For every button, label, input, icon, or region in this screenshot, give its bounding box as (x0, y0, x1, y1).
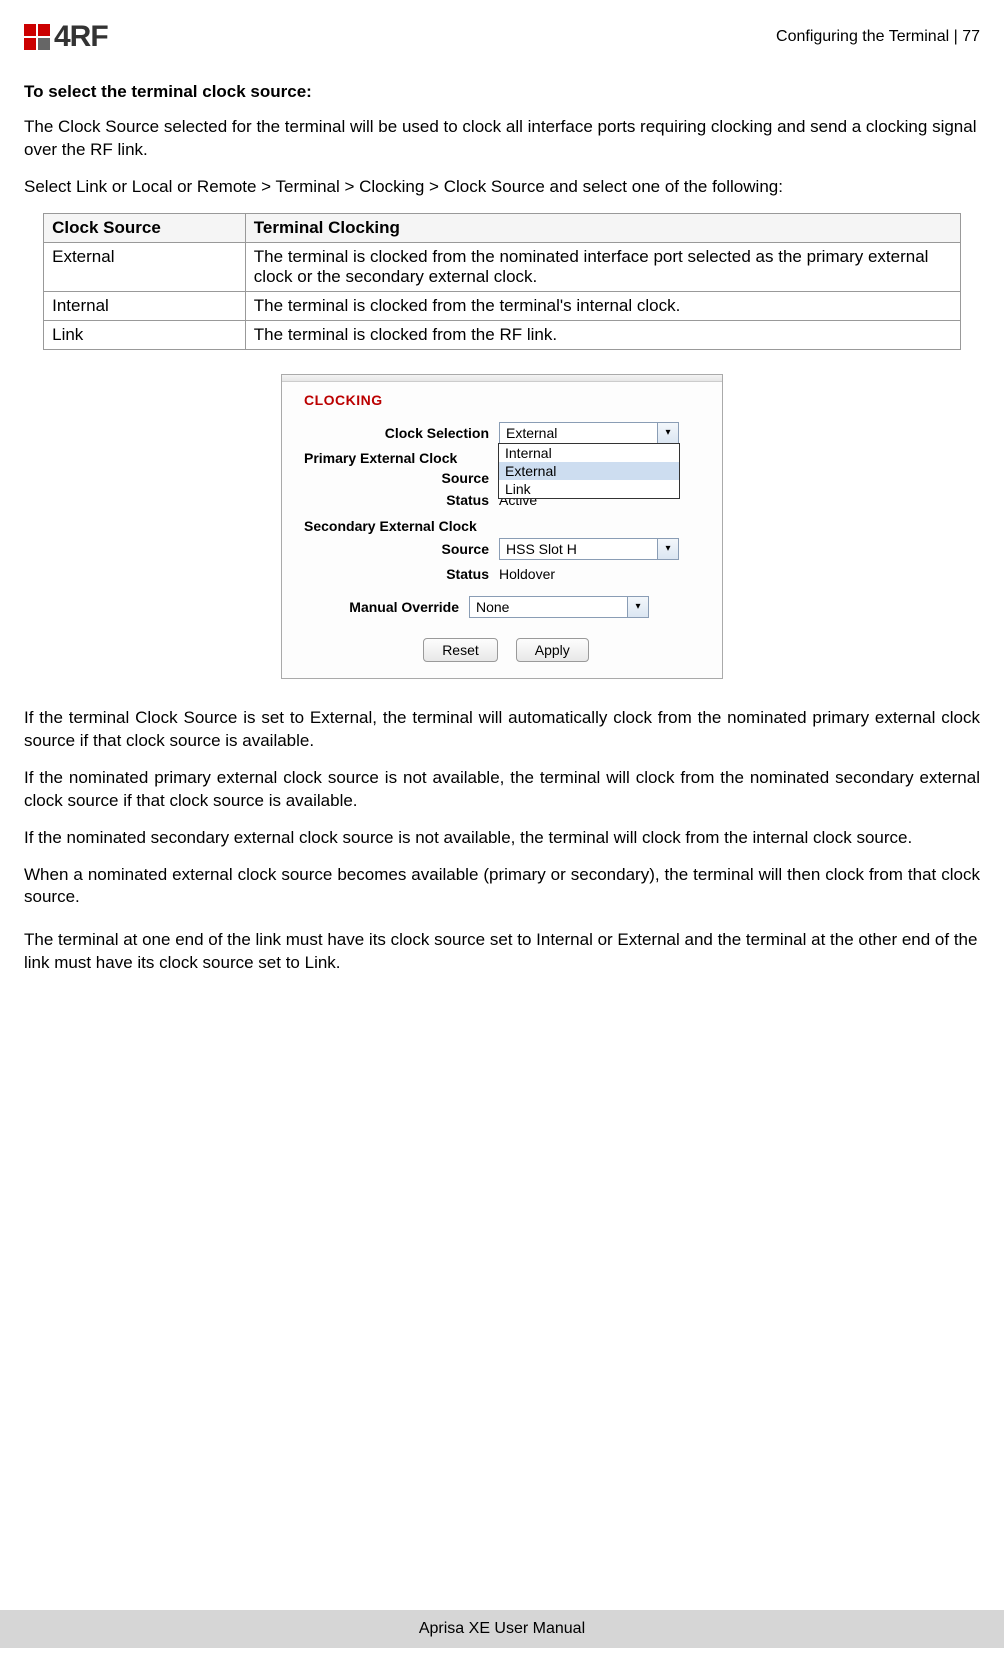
clock-selection-dropdown[interactable]: Internal External Link (498, 443, 680, 499)
secondary-source-value: HSS Slot H (506, 541, 577, 557)
manual-override-value: None (476, 599, 509, 615)
cell: Internal (44, 291, 246, 320)
secondary-status-label: Status (304, 566, 499, 582)
panel-heading: CLOCKING (304, 392, 708, 408)
secondary-source-label: Source (304, 541, 499, 557)
cell: Link (44, 320, 246, 349)
table-row: External The terminal is clocked from th… (44, 242, 961, 291)
intro-para-1: The Clock Source selected for the termin… (24, 116, 980, 162)
apply-button[interactable]: Apply (516, 638, 589, 662)
table-header-2: Terminal Clocking (245, 213, 960, 242)
chevron-down-icon[interactable]: ▾ (657, 539, 678, 559)
secondary-source-select[interactable]: HSS Slot H ▾ (499, 538, 679, 560)
logo-icon (24, 24, 50, 50)
intro-para-2: Select Link or Local or Remote > Termina… (24, 176, 980, 199)
primary-source-label: Source (304, 470, 499, 486)
header-right: Configuring the Terminal | 77 (776, 28, 980, 46)
primary-status-label: Status (304, 492, 499, 508)
manual-override-select[interactable]: None ▾ (469, 596, 649, 618)
logo-text: 4RF (54, 20, 108, 54)
cell: The terminal is clocked from the termina… (245, 291, 960, 320)
clock-selection-select[interactable]: External ▾ (499, 422, 679, 444)
chevron-down-icon[interactable]: ▾ (627, 597, 648, 617)
table-row: Link The terminal is clocked from the RF… (44, 320, 961, 349)
table-header-1: Clock Source (44, 213, 246, 242)
manual-override-label: Manual Override (304, 599, 469, 615)
secondary-external-clock-heading: Secondary External Clock (304, 518, 708, 534)
page-header: 4RF Configuring the Terminal | 77 (24, 20, 980, 54)
clock-source-table: Clock Source Terminal Clocking External … (43, 213, 961, 350)
table-row: Internal The terminal is clocked from th… (44, 291, 961, 320)
page-number: 77 (962, 28, 980, 45)
page-footer: Aprisa XE User Manual (0, 1610, 1004, 1648)
logo: 4RF (24, 20, 108, 54)
para-3: If the nominated secondary external cloc… (24, 827, 980, 850)
clock-selection-label: Clock Selection (304, 425, 499, 441)
secondary-status-value: Holdover (499, 566, 555, 582)
para-4: When a nominated external clock source b… (24, 864, 980, 910)
dropdown-option-link[interactable]: Link (499, 480, 679, 498)
reset-button[interactable]: Reset (423, 638, 498, 662)
header-sep: | (949, 28, 962, 45)
cell: The terminal is clocked from the RF link… (245, 320, 960, 349)
clocking-panel: CLOCKING Clock Selection External ▾ Inte… (281, 374, 723, 679)
clock-selection-value: External (506, 425, 557, 441)
cell: External (44, 242, 246, 291)
dropdown-option-external[interactable]: External (499, 462, 679, 480)
section-heading: To select the terminal clock source: (24, 82, 980, 102)
chevron-down-icon[interactable]: ▾ (657, 423, 678, 443)
para-5: The terminal at one end of the link must… (24, 929, 980, 975)
dropdown-option-internal[interactable]: Internal (499, 444, 679, 462)
para-1: If the terminal Clock Source is set to E… (24, 707, 980, 753)
panel-title-bar (282, 375, 722, 382)
header-section: Configuring the Terminal (776, 28, 949, 45)
para-2: If the nominated primary external clock … (24, 767, 980, 813)
cell: The terminal is clocked from the nominat… (245, 242, 960, 291)
